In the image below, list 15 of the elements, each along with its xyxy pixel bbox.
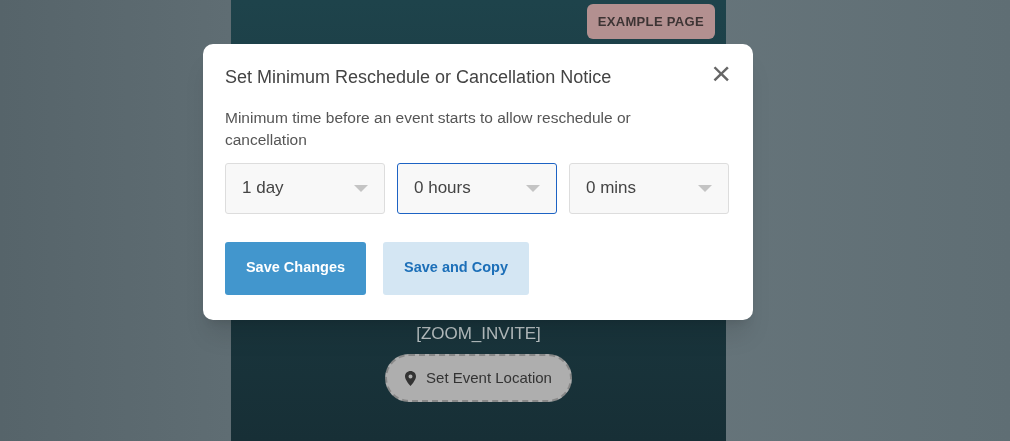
save-and-copy-button[interactable]: Save and Copy (383, 241, 529, 295)
save-changes-button[interactable]: Save Changes (225, 241, 366, 295)
close-button[interactable]: × (711, 62, 731, 84)
map-pin-icon (405, 370, 417, 386)
example-page-badge: EXAMPLE PAGE (586, 4, 715, 39)
dropdown-select[interactable]: 1 day (225, 162, 385, 214)
dialog-title: Set Minimum Reschedule or Cancellation Notice (225, 66, 612, 89)
caret-icon (526, 184, 540, 192)
dropdown-select[interactable]: 0 mins (569, 162, 729, 214)
caret-icon (354, 184, 368, 192)
dropdown-select[interactable]: 0 hours (397, 162, 557, 214)
placeholder-text: [ZOOM_INVITE] (416, 325, 541, 342)
caret-icon (698, 184, 712, 192)
dialog-description: Minimum time before an event starts to allow reschedule or cancellation (225, 107, 632, 150)
set-location-button[interactable]: Set Event Location (385, 354, 572, 402)
